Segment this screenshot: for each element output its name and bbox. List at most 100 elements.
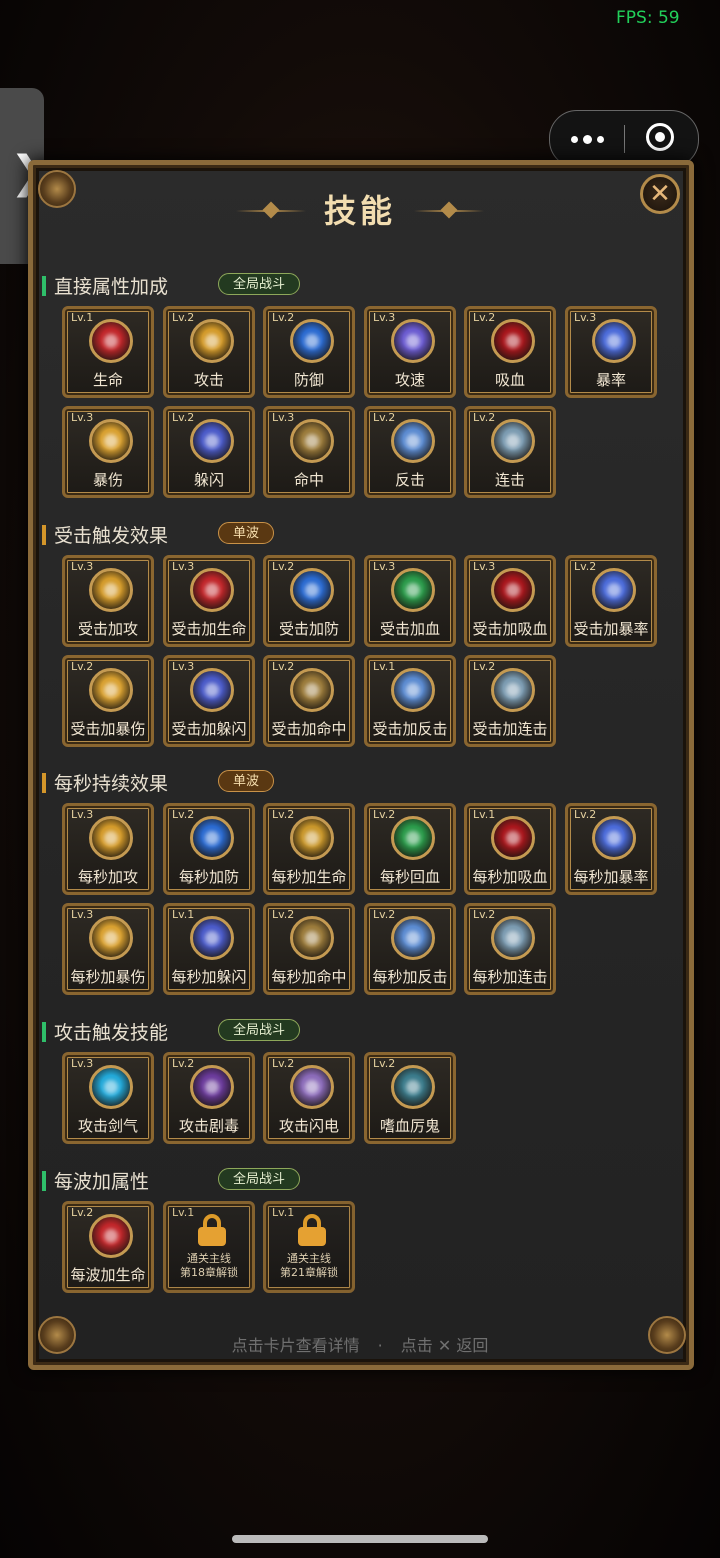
skill-card[interactable]: Lv.2 嗜血厉鬼 [364, 1052, 456, 1144]
skill-name: 吸血 [494, 371, 525, 389]
skill-name: 攻击 [193, 371, 224, 389]
skill-card[interactable]: Lv.3 每秒加攻 [62, 803, 154, 895]
skill-level: Lv.2 [71, 1206, 94, 1219]
skill-card[interactable]: Lv.3 受击加躲闪 [163, 655, 255, 747]
skill-card[interactable]: Lv.2 每秒回血 [364, 803, 456, 895]
capsule-divider [624, 125, 625, 153]
skill-card[interactable]: Lv.2 攻击剧毒 [163, 1052, 255, 1144]
fps-counter: FPS: 59 [616, 8, 680, 28]
skill-card[interactable]: Lv.3 受击加攻 [62, 555, 154, 647]
skill-name: 暴伤 [92, 471, 123, 489]
skill-card[interactable]: Lv.2 每秒加生命 [263, 803, 355, 895]
skill-name: 每秒加连击 [472, 968, 548, 986]
red-vortex-icon [491, 568, 535, 612]
skill-card[interactable]: Lv.2 每秒加防 [163, 803, 255, 895]
blue-shield-icon [290, 319, 334, 363]
skill-card[interactable]: Lv.2 受击加暴率 [565, 555, 657, 647]
skill-card[interactable]: Lv.3 受击加吸血 [464, 555, 556, 647]
skill-level: Lv.2 [272, 560, 295, 573]
section-scope-badge: 单波 [218, 770, 275, 792]
skill-card[interactable]: Lv.3 受击加生命 [163, 555, 255, 647]
skill-level: Lv.3 [574, 311, 597, 324]
triple-slash-icon [491, 668, 535, 712]
sword-shield-icon [391, 668, 435, 712]
skill-card[interactable]: Lv.2 每秒加命中 [263, 903, 355, 995]
skill-level: Lv.2 [373, 908, 396, 921]
skill-level: Lv.2 [172, 808, 195, 821]
sword-shield-icon [391, 916, 435, 960]
skill-name: 受击加躲闪 [171, 720, 247, 738]
locked-skill-card[interactable]: Lv.1 通关主线 第21章解锁 [263, 1201, 355, 1293]
blue-shield-icon [290, 568, 334, 612]
skill-card[interactable]: Lv.2 吸血 [464, 306, 556, 398]
skill-name: 连击 [494, 471, 525, 489]
skill-card[interactable]: Lv.2 防御 [263, 306, 355, 398]
more-options-button[interactable] [550, 111, 624, 167]
skill-card[interactable]: Lv.2 每秒加反击 [364, 903, 456, 995]
skill-level: Lv.2 [272, 908, 295, 921]
unlock-line-2: 第21章解锁 [280, 1266, 338, 1279]
gold-burst-icon [89, 668, 133, 712]
close-miniprogram-button[interactable] [646, 123, 674, 151]
section-title: 每秒持续效果 [54, 773, 169, 795]
skill-card[interactable]: Lv.2 反击 [364, 406, 456, 498]
blue-shield-icon [190, 816, 234, 860]
unlock-line-1: 通关主线 [187, 1252, 231, 1265]
skill-card[interactable]: Lv.3 命中 [263, 406, 355, 498]
skill-card[interactable]: Lv.3 受击加血 [364, 555, 456, 647]
skill-card[interactable]: Lv.2 攻击 [163, 306, 255, 398]
skill-level: Lv.2 [272, 1057, 295, 1070]
skill-level: Lv.2 [373, 1057, 396, 1070]
skill-card[interactable]: Lv.2 每波加生命 [62, 1201, 154, 1293]
skill-name: 防御 [293, 371, 324, 389]
skill-name: 每秒回血 [379, 868, 440, 886]
skill-card[interactable]: Lv.1 受击加反击 [364, 655, 456, 747]
skill-card[interactable]: Lv.2 受击加命中 [263, 655, 355, 747]
skill-level: Lv.2 [473, 660, 496, 673]
skill-name: 受击加生命 [171, 620, 247, 638]
skill-card[interactable]: Lv.1 每秒加吸血 [464, 803, 556, 895]
skill-card[interactable]: Lv.2 受击加连击 [464, 655, 556, 747]
skill-name: 躲闪 [193, 471, 224, 489]
skill-name: 命中 [293, 471, 324, 489]
skill-card[interactable]: Lv.3 暴率 [565, 306, 657, 398]
skill-name: 每秒加反击 [372, 968, 448, 986]
skill-level: Lv.2 [373, 808, 396, 821]
skill-level: Lv.2 [473, 311, 496, 324]
skill-card[interactable]: Lv.2 受击加防 [263, 555, 355, 647]
footer-hint-details: 点击卡片查看详情 [231, 1336, 360, 1355]
skill-level: Lv.3 [71, 908, 94, 921]
skill-card[interactable]: Lv.1 每秒加躲闪 [163, 903, 255, 995]
skill-card[interactable]: Lv.3 暴伤 [62, 406, 154, 498]
skill-name: 每秒加躲闪 [171, 968, 247, 986]
skill-card[interactable]: Lv.2 每秒加连击 [464, 903, 556, 995]
skill-name: 攻击闪电 [278, 1117, 339, 1135]
triple-slash-icon [491, 916, 535, 960]
gold-burst-icon [89, 419, 133, 463]
red-vortex-icon [491, 816, 535, 860]
skill-level: Lv.1 [172, 908, 195, 921]
skill-name: 受击加攻 [77, 620, 138, 638]
locked-skill-card[interactable]: Lv.1 通关主线 第18章解锁 [163, 1201, 255, 1293]
skill-name: 攻击剑气 [77, 1117, 138, 1135]
unlock-requirement: 通关主线 第21章解锁 [266, 1252, 352, 1280]
skill-level: Lv.3 [71, 411, 94, 424]
skill-card[interactable]: Lv.3 攻速 [364, 306, 456, 398]
skill-card[interactable]: Lv.2 躲闪 [163, 406, 255, 498]
close-button[interactable]: ✕ [640, 174, 680, 214]
skill-card[interactable]: Lv.2 每秒加暴率 [565, 803, 657, 895]
skill-card[interactable]: Lv.3 攻击剑气 [62, 1052, 154, 1144]
red-gem-icon [89, 1214, 133, 1258]
skill-card[interactable]: Lv.2 攻击闪电 [263, 1052, 355, 1144]
red-gem-icon [190, 568, 234, 612]
red-vortex-icon [491, 319, 535, 363]
skill-name: 每秒加吸血 [472, 868, 548, 886]
skill-level: Lv.3 [473, 560, 496, 573]
skill-card[interactable]: Lv.3 每秒加暴伤 [62, 903, 154, 995]
more-dots-icon [570, 135, 578, 143]
skill-card[interactable]: Lv.2 连击 [464, 406, 556, 498]
skill-level: Lv.3 [71, 560, 94, 573]
cyan-slash-icon [89, 1065, 133, 1109]
skill-card[interactable]: Lv.1 生命 [62, 306, 154, 398]
skill-card[interactable]: Lv.2 受击加暴伤 [62, 655, 154, 747]
